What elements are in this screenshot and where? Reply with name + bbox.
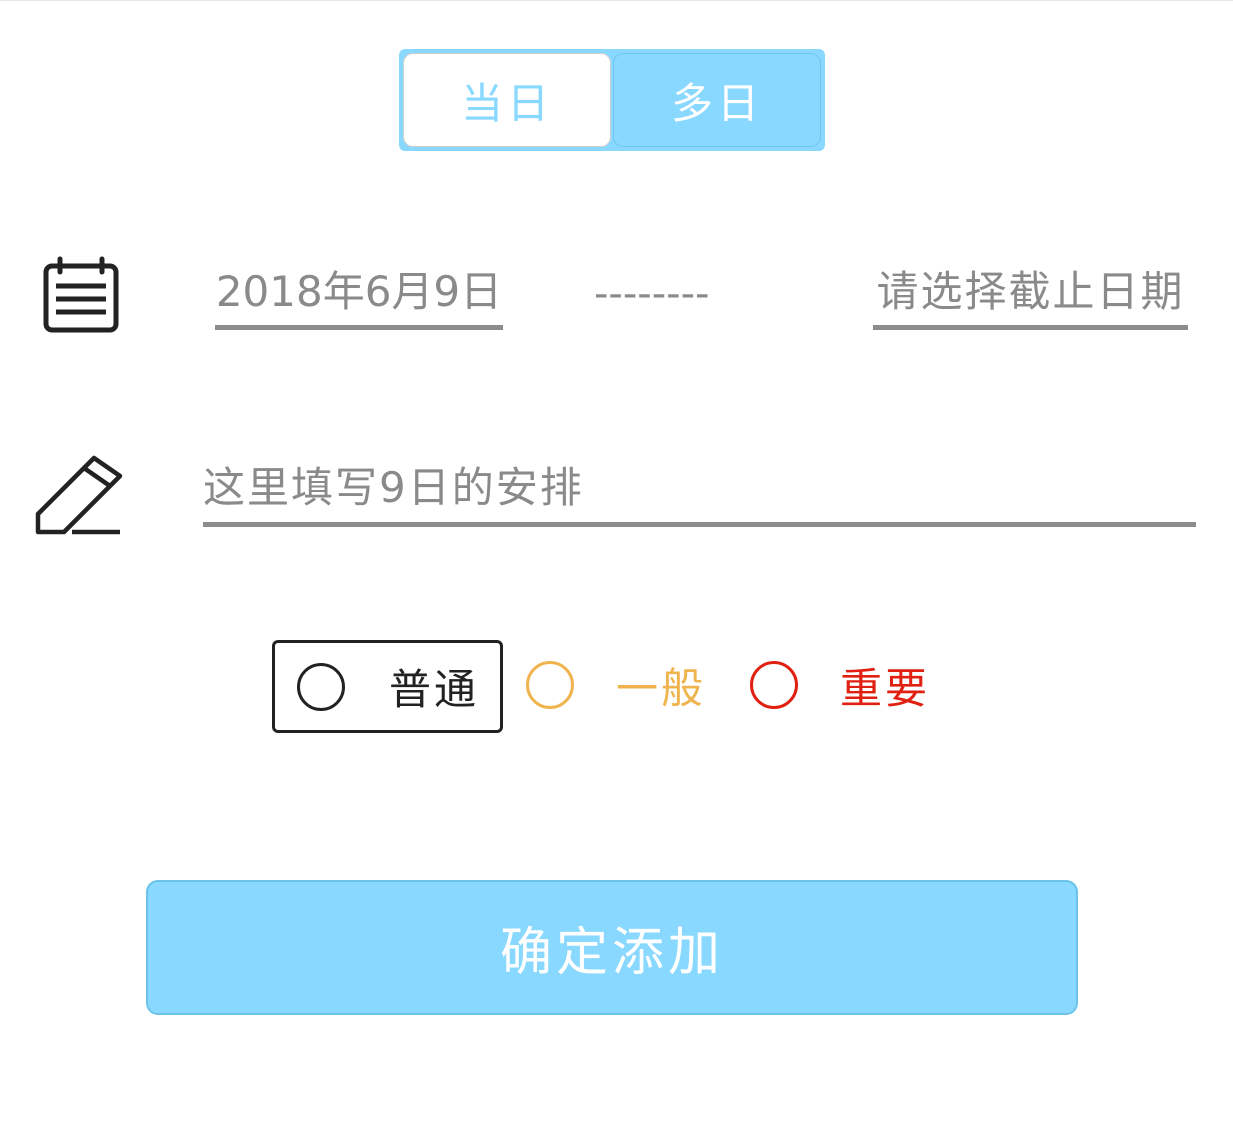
priority-normal-radio[interactable]: 普通: [272, 640, 503, 733]
radio-circle-icon: [750, 661, 798, 709]
priority-normal-label: 普通: [389, 665, 480, 714]
priority-medium-label: 一般: [616, 663, 707, 713]
priority-medium-radio[interactable]: 一般: [526, 658, 706, 713]
day-mode-toggle: 当日 多日: [399, 49, 825, 151]
radio-circle-icon: [526, 661, 574, 709]
plan-input[interactable]: [203, 452, 1196, 527]
priority-important-radio[interactable]: 重要: [750, 658, 930, 713]
pencil-icon: [32, 446, 124, 538]
end-date-field[interactable]: 请选择截止日期: [873, 262, 1188, 330]
single-day-tab[interactable]: 当日: [403, 53, 611, 147]
radio-circle-icon: [297, 662, 345, 711]
confirm-add-button[interactable]: 确定添加: [146, 880, 1078, 1015]
calendar-icon: [42, 256, 120, 334]
start-date-field[interactable]: 2018年6月9日: [215, 262, 503, 330]
top-divider: [0, 0, 1233, 1]
priority-important-label: 重要: [840, 663, 931, 713]
date-range-separator: --------: [594, 271, 710, 317]
multi-day-tab[interactable]: 多日: [613, 53, 821, 147]
